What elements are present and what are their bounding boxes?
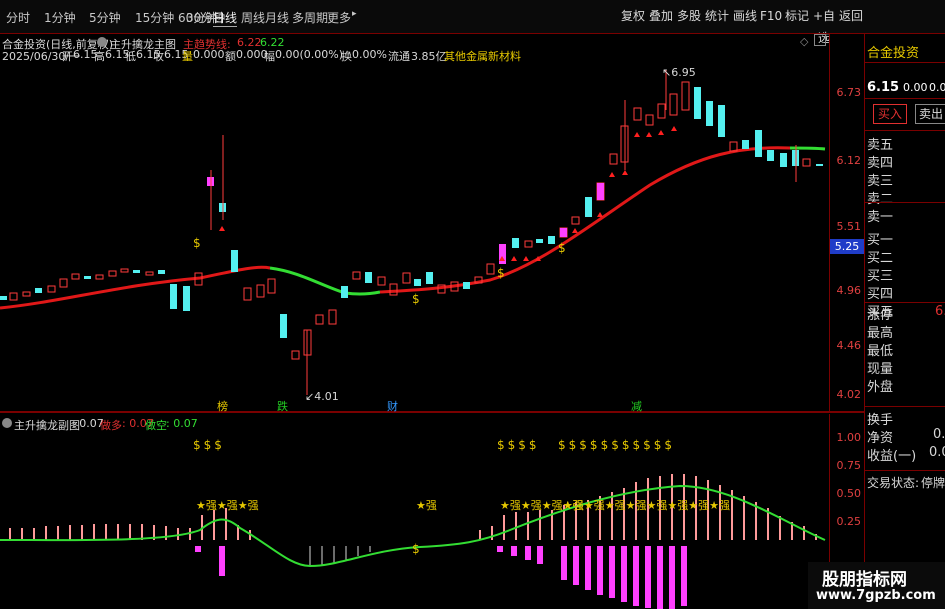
candles bbox=[0, 70, 823, 395]
stat-netasset-value: 0.9 bbox=[933, 427, 945, 442]
bid-4: 买四 bbox=[867, 287, 894, 302]
trade-state-value: 停牌 bbox=[921, 476, 945, 490]
indicator-settings-icon[interactable] bbox=[97, 37, 107, 47]
ask-2: 卖二 bbox=[867, 192, 894, 207]
draw-button[interactable]: 画线 bbox=[732, 5, 758, 27]
stat-high-label: 最高 bbox=[867, 326, 894, 341]
quote-price: 6.15 bbox=[867, 80, 900, 95]
sub-axis-tick: 0.50 bbox=[836, 487, 862, 500]
tab-multi-period[interactable]: 多周期 bbox=[292, 9, 328, 26]
stat-turnover-label: 换手 bbox=[867, 413, 894, 428]
diamond-icon[interactable]: ◇ bbox=[800, 35, 808, 48]
quote-pct: 0.00% bbox=[929, 81, 945, 94]
tab-1min[interactable]: 1分钟 bbox=[44, 9, 76, 26]
tab-60min[interactable]: 60分钟 bbox=[178, 9, 217, 26]
low-price-marker: ↙4.01 bbox=[305, 390, 339, 403]
strong-signal-group: ★强★强★强★强★强★强★强★强 bbox=[563, 499, 730, 512]
mark-button[interactable]: 标记 bbox=[784, 5, 810, 27]
money-bag-icon: $ bbox=[412, 542, 420, 556]
sub-axis-tick: 1.00 bbox=[836, 431, 862, 444]
money-bag-group: $$$ bbox=[193, 438, 225, 452]
money-bag-group: $$$$ bbox=[497, 438, 540, 452]
money-bag-icon: $ bbox=[558, 241, 566, 255]
bid-3: 买三 bbox=[867, 269, 894, 284]
strong-signal-group: ★强★强★强 bbox=[196, 499, 259, 512]
strong-signal: ★强 bbox=[416, 499, 437, 512]
back-button[interactable]: 返回 bbox=[839, 5, 863, 27]
event-finance[interactable]: 财 bbox=[387, 398, 398, 414]
sub-bars-down bbox=[195, 546, 687, 609]
price-chart[interactable] bbox=[0, 60, 829, 410]
stat-limit-up-label: 涨停 bbox=[867, 308, 894, 323]
adjust-button[interactable]: 复权 bbox=[620, 5, 646, 27]
price-tick: 6.12 bbox=[836, 154, 862, 167]
stat-volume-label: 现量 bbox=[867, 362, 894, 377]
money-bag-icon: $ bbox=[497, 266, 505, 280]
tab-more[interactable]: 更多 bbox=[327, 9, 351, 26]
stat-low-label: 最低 bbox=[867, 344, 894, 359]
ask-1: 卖一 bbox=[867, 210, 894, 225]
tab-fenshi[interactable]: 分时 bbox=[6, 9, 30, 26]
price-tick: 4.02 bbox=[836, 388, 862, 401]
buy-button[interactable]: 买入 bbox=[873, 104, 907, 124]
sub-axis-tick: 0.25 bbox=[836, 515, 862, 528]
quote-panel: 合金投资 6.15 0.00 0.00% 买入 卖出 卖五 卖四 卖三 卖二 卖… bbox=[864, 34, 945, 609]
quote-stock-name: 合金投资 bbox=[867, 46, 920, 61]
overlay-button[interactable]: 叠加 bbox=[648, 5, 674, 27]
money-bag-icon: $ bbox=[193, 236, 201, 250]
sub-indicator-value: : 0.07 bbox=[72, 417, 104, 430]
stat-eps-label: 收益(一) bbox=[867, 449, 917, 464]
bear-value: : 0.07 bbox=[166, 417, 198, 430]
stat-limit-up-value: 6. bbox=[935, 304, 945, 319]
add-watchlist-button[interactable]: +自选 bbox=[810, 5, 838, 45]
bid-2: 买二 bbox=[867, 251, 894, 266]
stat-eps-value: 0.00 bbox=[929, 445, 945, 460]
stats-button[interactable]: 统计 bbox=[704, 5, 730, 27]
sell-button[interactable]: 卖出 bbox=[915, 104, 945, 124]
price-tick: 4.96 bbox=[836, 284, 862, 297]
price-tick: 4.46 bbox=[836, 339, 862, 352]
stat-netasset-label: 净资 bbox=[867, 431, 894, 446]
tab-weekly[interactable]: 周线 bbox=[241, 9, 265, 26]
money-bag-icon: $ bbox=[412, 292, 420, 306]
window-toggle-icon[interactable] bbox=[814, 34, 826, 46]
f10-button[interactable]: F10 bbox=[760, 5, 782, 27]
chevron-right-icon[interactable]: ▸ bbox=[352, 9, 357, 19]
ask-4: 卖四 bbox=[867, 156, 894, 171]
price-tick: 6.73 bbox=[836, 86, 862, 99]
ask-3: 卖三 bbox=[867, 174, 894, 189]
event-reduce[interactable]: 减 bbox=[631, 398, 642, 414]
tab-monthly[interactable]: 月线 bbox=[265, 9, 289, 26]
tab-5min[interactable]: 5分钟 bbox=[89, 9, 121, 26]
buy-arrows bbox=[219, 126, 677, 261]
current-price-tag: 5.25 bbox=[830, 239, 864, 254]
watermark-title: 股朋指标网 bbox=[822, 570, 907, 590]
event-rank[interactable]: 榜 bbox=[217, 398, 228, 414]
quote-change: 0.00 bbox=[903, 81, 928, 94]
money-bag-group: $$$$$$$$$$$ bbox=[558, 438, 676, 452]
sub-chart[interactable] bbox=[0, 430, 829, 609]
tab-daily[interactable]: 日线 bbox=[213, 9, 238, 27]
watermark-url: www.7gpzb.com bbox=[816, 588, 936, 603]
price-tick: 5.51 bbox=[836, 220, 862, 233]
sub-indicator-settings-icon[interactable] bbox=[2, 418, 12, 428]
watermark: 股朋指标网 www.7gpzb.com bbox=[808, 562, 945, 609]
multi-stock-button[interactable]: 多股 bbox=[676, 5, 702, 27]
event-drop[interactable]: 跌 bbox=[277, 398, 288, 414]
stat-outer-label: 外盘 bbox=[867, 380, 894, 395]
sub-axis-tick: 0.75 bbox=[836, 459, 862, 472]
high-price-marker: ↖6.95 bbox=[662, 66, 696, 79]
trade-state-label: 交易状态: bbox=[867, 476, 920, 490]
bid-1: 买一 bbox=[867, 233, 894, 248]
ask-5: 卖五 bbox=[867, 138, 894, 153]
tab-15min[interactable]: 15分钟 bbox=[135, 9, 174, 26]
